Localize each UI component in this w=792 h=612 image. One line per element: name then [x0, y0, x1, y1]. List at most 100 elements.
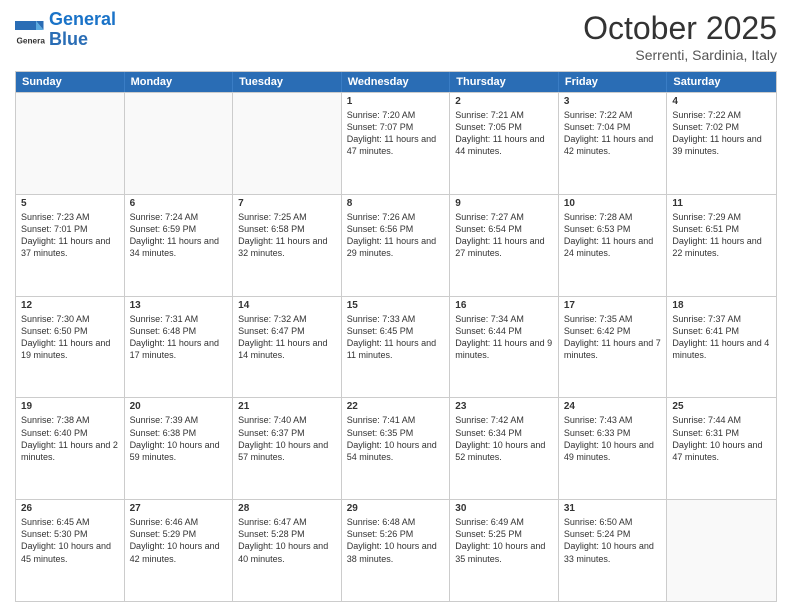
day-cell-22: 22Sunrise: 7:41 AM Sunset: 6:35 PM Dayli… — [342, 398, 451, 499]
day-number: 25 — [672, 401, 771, 412]
day-number: 18 — [672, 300, 771, 311]
day-info: Sunrise: 7:44 AM Sunset: 6:31 PM Dayligh… — [672, 414, 771, 463]
header-thursday: Thursday — [450, 72, 559, 92]
header-wednesday: Wednesday — [342, 72, 451, 92]
day-info: Sunrise: 6:48 AM Sunset: 5:26 PM Dayligh… — [347, 516, 445, 565]
calendar-body: 1Sunrise: 7:20 AM Sunset: 7:07 PM Daylig… — [16, 92, 776, 601]
header-tuesday: Tuesday — [233, 72, 342, 92]
day-info: Sunrise: 7:42 AM Sunset: 6:34 PM Dayligh… — [455, 414, 553, 463]
logo-icon: General — [15, 15, 45, 45]
logo-blue: Blue — [49, 29, 88, 49]
day-cell-9: 9 Sunrise: 7:27 AM Sunset: 6:54 PM Daylig… — [450, 195, 559, 296]
day-info: Sunrise: 7:22 AM Sunset: 7:02 PM Dayligh… — [672, 109, 771, 158]
day-cell-24: 24 Sunrise: 7:43 AM Sunset: 6:33 PM Dayli… — [559, 398, 668, 499]
day-info: Sunrise: 7:27 AM Sunset: 6:54 PM Dayligh… — [455, 211, 553, 260]
day-info: Sunrise: 7:39 AM Sunset: 6:38 PM Dayligh… — [130, 414, 228, 463]
day-info: Sunrise: 7:34 AM Sunset: 6:44 PM Dayligh… — [455, 313, 553, 362]
day-cell-31: 31 Sunrise: 6:50 AM Sunset: 5:24 PM Dayli… — [559, 500, 668, 601]
empty-cell-0-1 — [125, 93, 234, 194]
day-cell-5: 5Sunrise: 7:23 AM Sunset: 7:01 PM Daylig… — [16, 195, 125, 296]
day-info: Sunrise: 7:40 AM Sunset: 6:37 PM Dayligh… — [238, 414, 336, 463]
logo-text: General Blue — [49, 10, 116, 50]
logo: General General Blue — [15, 10, 116, 50]
month-title: October 2025 — [583, 10, 777, 47]
day-cell-16: 16 Sunrise: 7:34 AM Sunset: 6:44 PM Dayli… — [450, 297, 559, 398]
svg-text:General: General — [17, 36, 46, 45]
day-number: 31 — [564, 503, 662, 514]
week-row-3: 19 Sunrise: 7:38 AM Sunset: 6:40 PM Dayli… — [16, 397, 776, 499]
day-cell-26: 26 Sunrise: 6:45 AM Sunset: 5:30 PM Dayli… — [16, 500, 125, 601]
header: General General Blue October 2025 Serren… — [15, 10, 777, 63]
day-cell-6: 6 Sunrise: 7:24 AM Sunset: 6:59 PM Daylig… — [125, 195, 234, 296]
header-monday: Monday — [125, 72, 234, 92]
day-info: Sunrise: 7:41 AM Sunset: 6:35 PM Dayligh… — [347, 414, 445, 463]
day-info: Sunrise: 6:47 AM Sunset: 5:28 PM Dayligh… — [238, 516, 336, 565]
week-row-2: 12Sunrise: 7:30 AM Sunset: 6:50 PM Dayli… — [16, 296, 776, 398]
day-info: Sunrise: 7:30 AM Sunset: 6:50 PM Dayligh… — [21, 313, 119, 362]
day-cell-10: 10Sunrise: 7:28 AM Sunset: 6:53 PM Dayli… — [559, 195, 668, 296]
page: General General Blue October 2025 Serren… — [0, 0, 792, 612]
day-number: 26 — [21, 503, 119, 514]
day-cell-18: 18Sunrise: 7:37 AM Sunset: 6:41 PM Dayli… — [667, 297, 776, 398]
day-cell-20: 20 Sunrise: 7:39 AM Sunset: 6:38 PM Dayli… — [125, 398, 234, 499]
day-cell-21: 21Sunrise: 7:40 AM Sunset: 6:37 PM Dayli… — [233, 398, 342, 499]
day-number: 7 — [238, 198, 336, 209]
day-number: 24 — [564, 401, 662, 412]
day-info: Sunrise: 7:31 AM Sunset: 6:48 PM Dayligh… — [130, 313, 228, 362]
day-cell-13: 13 Sunrise: 7:31 AM Sunset: 6:48 PM Dayli… — [125, 297, 234, 398]
day-number: 9 — [455, 198, 553, 209]
header-friday: Friday — [559, 72, 668, 92]
day-number: 14 — [238, 300, 336, 311]
day-number: 6 — [130, 198, 228, 209]
day-info: Sunrise: 6:49 AM Sunset: 5:25 PM Dayligh… — [455, 516, 553, 565]
day-cell-30: 30 Sunrise: 6:49 AM Sunset: 5:25 PM Dayli… — [450, 500, 559, 601]
day-cell-12: 12Sunrise: 7:30 AM Sunset: 6:50 PM Dayli… — [16, 297, 125, 398]
day-number: 2 — [455, 96, 553, 107]
day-info: Sunrise: 7:29 AM Sunset: 6:51 PM Dayligh… — [672, 211, 771, 260]
day-cell-1: 1Sunrise: 7:20 AM Sunset: 7:07 PM Daylig… — [342, 93, 451, 194]
day-number: 20 — [130, 401, 228, 412]
day-number: 13 — [130, 300, 228, 311]
day-cell-15: 15 Sunrise: 7:33 AM Sunset: 6:45 PM Dayli… — [342, 297, 451, 398]
day-info: Sunrise: 7:22 AM Sunset: 7:04 PM Dayligh… — [564, 109, 662, 158]
week-row-4: 26 Sunrise: 6:45 AM Sunset: 5:30 PM Dayli… — [16, 499, 776, 601]
day-info: Sunrise: 7:21 AM Sunset: 7:05 PM Dayligh… — [455, 109, 553, 158]
day-info: Sunrise: 7:43 AM Sunset: 6:33 PM Dayligh… — [564, 414, 662, 463]
week-row-1: 5Sunrise: 7:23 AM Sunset: 7:01 PM Daylig… — [16, 194, 776, 296]
day-number: 15 — [347, 300, 445, 311]
day-cell-11: 11 Sunrise: 7:29 AM Sunset: 6:51 PM Dayli… — [667, 195, 776, 296]
day-number: 16 — [455, 300, 553, 311]
day-number: 11 — [672, 198, 771, 209]
day-info: Sunrise: 7:24 AM Sunset: 6:59 PM Dayligh… — [130, 211, 228, 260]
day-cell-29: 29Sunrise: 6:48 AM Sunset: 5:26 PM Dayli… — [342, 500, 451, 601]
day-info: Sunrise: 7:38 AM Sunset: 6:40 PM Dayligh… — [21, 414, 119, 463]
day-cell-7: 7Sunrise: 7:25 AM Sunset: 6:58 PM Daylig… — [233, 195, 342, 296]
day-cell-4: 4 Sunrise: 7:22 AM Sunset: 7:02 PM Daylig… — [667, 93, 776, 194]
day-cell-17: 17Sunrise: 7:35 AM Sunset: 6:42 PM Dayli… — [559, 297, 668, 398]
day-info: Sunrise: 6:45 AM Sunset: 5:30 PM Dayligh… — [21, 516, 119, 565]
day-number: 19 — [21, 401, 119, 412]
day-number: 30 — [455, 503, 553, 514]
day-info: Sunrise: 7:33 AM Sunset: 6:45 PM Dayligh… — [347, 313, 445, 362]
day-info: Sunrise: 6:46 AM Sunset: 5:29 PM Dayligh… — [130, 516, 228, 565]
day-cell-27: 27Sunrise: 6:46 AM Sunset: 5:29 PM Dayli… — [125, 500, 234, 601]
day-info: Sunrise: 6:50 AM Sunset: 5:24 PM Dayligh… — [564, 516, 662, 565]
day-number: 28 — [238, 503, 336, 514]
empty-cell-0-0 — [16, 93, 125, 194]
day-cell-19: 19 Sunrise: 7:38 AM Sunset: 6:40 PM Dayli… — [16, 398, 125, 499]
day-cell-23: 23 Sunrise: 7:42 AM Sunset: 6:34 PM Dayli… — [450, 398, 559, 499]
day-info: Sunrise: 7:28 AM Sunset: 6:53 PM Dayligh… — [564, 211, 662, 260]
calendar-header: Sunday Monday Tuesday Wednesday Thursday… — [16, 72, 776, 92]
day-cell-14: 14Sunrise: 7:32 AM Sunset: 6:47 PM Dayli… — [233, 297, 342, 398]
logo-general: General — [49, 9, 116, 29]
day-number: 23 — [455, 401, 553, 412]
day-number: 4 — [672, 96, 771, 107]
day-cell-28: 28 Sunrise: 6:47 AM Sunset: 5:28 PM Dayli… — [233, 500, 342, 601]
day-number: 17 — [564, 300, 662, 311]
day-info: Sunrise: 7:23 AM Sunset: 7:01 PM Dayligh… — [21, 211, 119, 260]
calendar: Sunday Monday Tuesday Wednesday Thursday… — [15, 71, 777, 602]
empty-cell-0-2 — [233, 93, 342, 194]
day-info: Sunrise: 7:20 AM Sunset: 7:07 PM Dayligh… — [347, 109, 445, 158]
day-cell-2: 2 Sunrise: 7:21 AM Sunset: 7:05 PM Daylig… — [450, 93, 559, 194]
day-cell-8: 8Sunrise: 7:26 AM Sunset: 6:56 PM Daylig… — [342, 195, 451, 296]
